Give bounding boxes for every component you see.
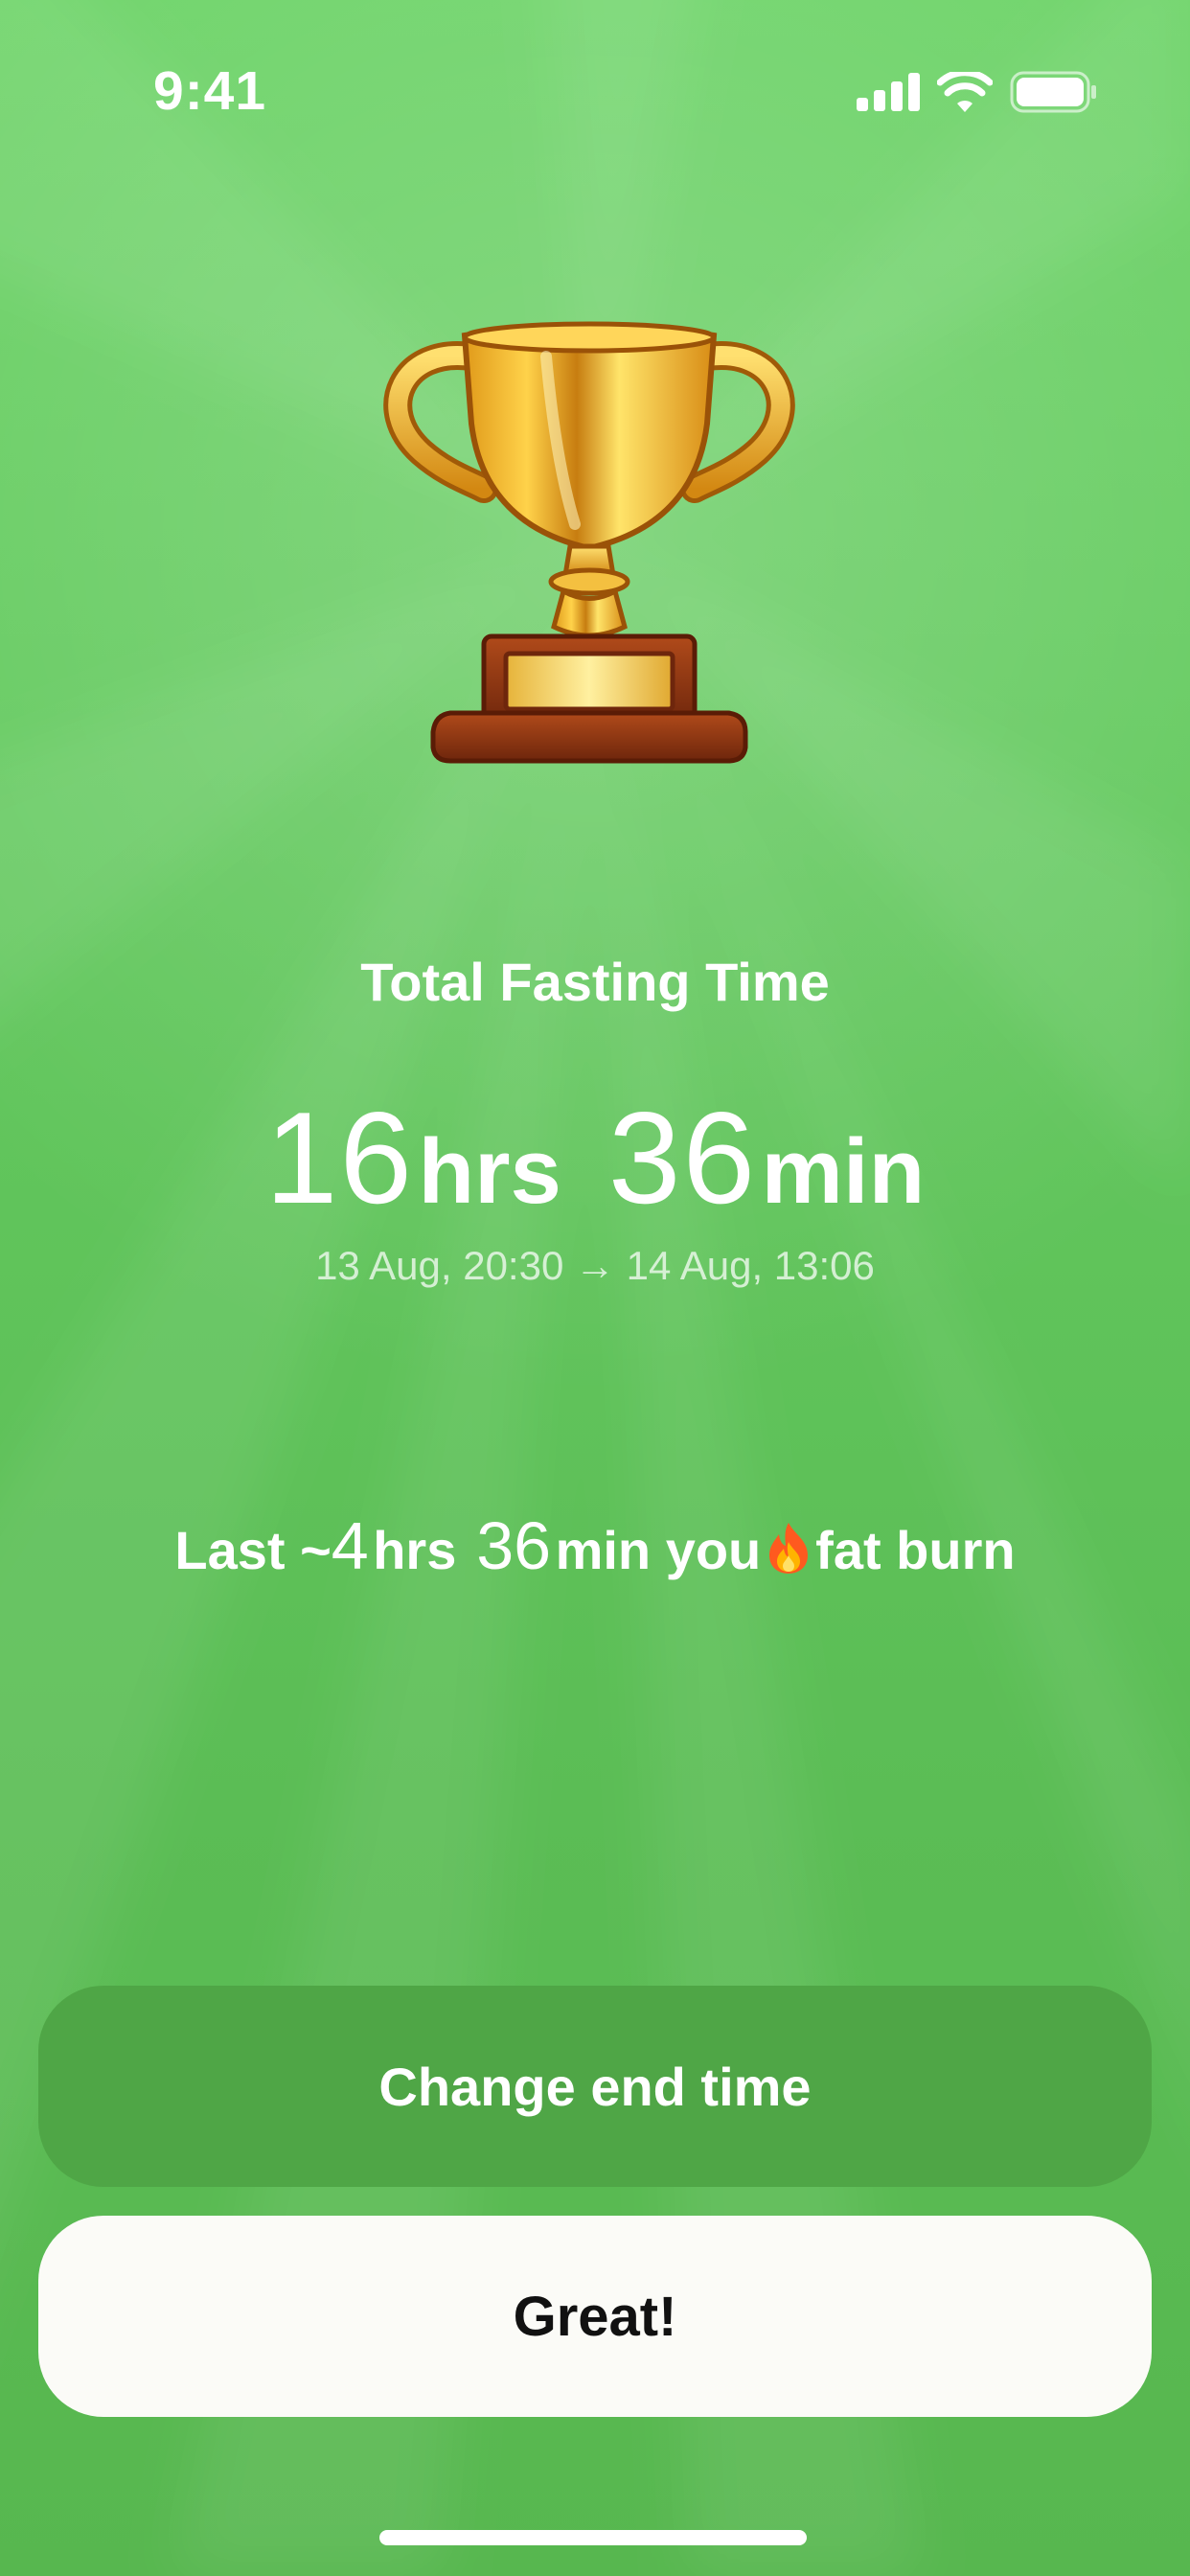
status-icons bbox=[857, 71, 1098, 113]
trophy-icon bbox=[383, 321, 795, 764]
duration-minutes-value: 36 bbox=[607, 1085, 758, 1230]
wifi-icon bbox=[937, 72, 993, 112]
cellular-signal-icon bbox=[857, 73, 920, 111]
fat-burn-suffix: fat burn bbox=[815, 1520, 1016, 1580]
battery-icon bbox=[1010, 71, 1096, 113]
duration-minutes-unit: min bbox=[761, 1120, 926, 1223]
fat-burn-hours-unit: hrs bbox=[373, 1520, 457, 1580]
fat-burn-minutes-unit: min you bbox=[555, 1520, 762, 1580]
fasting-duration: 16 hrs 36 min bbox=[0, 1083, 1190, 1232]
fire-icon bbox=[768, 1523, 808, 1574]
fat-burn-minutes-value: 36 bbox=[476, 1508, 552, 1583]
total-fasting-time-title: Total Fasting Time bbox=[360, 952, 830, 1012]
fasting-complete-screen: 9:41 Total Fasting Time 16 hrs 36 min 13… bbox=[0, 0, 1190, 2576]
fasting-date-range: 13 Aug, 20:30 → 14 Aug, 13:06 bbox=[315, 1243, 875, 1288]
change-end-time-button[interactable]: Change end time bbox=[38, 1986, 1152, 2187]
status-bar: 9:41 bbox=[0, 0, 1190, 182]
change-end-time-label: Change end time bbox=[378, 2056, 812, 2117]
fat-burn-summary: Last ~4 hrs 36 min you fat burn bbox=[0, 1507, 1190, 1584]
duration-hours-value: 16 bbox=[264, 1085, 415, 1230]
home-indicator[interactable] bbox=[379, 2530, 807, 2545]
fat-burn-hours-value: 4 bbox=[331, 1508, 369, 1583]
status-time: 9:41 bbox=[153, 60, 267, 122]
great-button[interactable]: Great! bbox=[38, 2216, 1152, 2417]
great-label: Great! bbox=[513, 2285, 677, 2348]
fat-burn-prefix: Last ~ bbox=[174, 1520, 332, 1580]
duration-hours-unit: hrs bbox=[418, 1120, 561, 1223]
